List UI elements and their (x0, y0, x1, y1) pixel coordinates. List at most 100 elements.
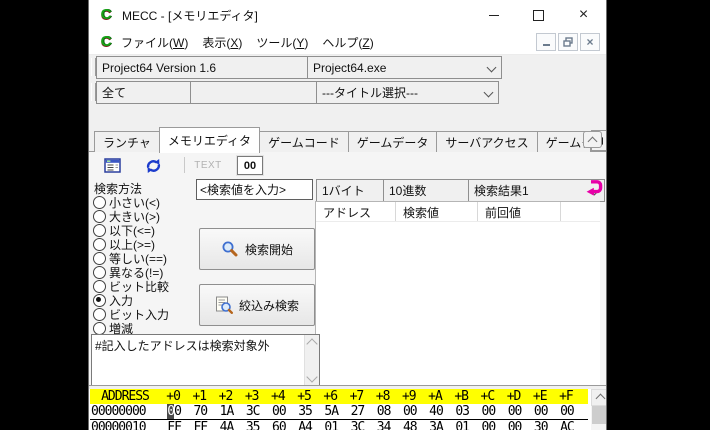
base-select-value: 10進数 (389, 182, 426, 199)
mdi-restore-icon (563, 37, 573, 47)
hex-byte-cell[interactable]: 5A (318, 404, 344, 419)
return-arrow-button[interactable] (583, 178, 603, 198)
hex-byte-cell[interactable]: 3A (423, 420, 449, 430)
hex-byte-cell[interactable]: 08 (371, 404, 397, 419)
column-header-前回値[interactable]: 前回値 (478, 202, 561, 221)
menu-tools[interactable]: ツール(Y) (249, 31, 315, 54)
radio-button-icon[interactable] (93, 210, 106, 223)
hex-byte-cell[interactable]: 00 (475, 404, 501, 419)
search-value-input[interactable] (196, 179, 313, 200)
results-list: アドレス検索値前回値 (315, 201, 600, 387)
hex-byte-cell[interactable]: 00 (266, 404, 292, 419)
title-bar[interactable]: C MECC - [メモリエディタ] × (89, 0, 606, 30)
hex-header-cell: +6 (317, 389, 343, 404)
hex-byte-cell[interactable]: 3C (240, 404, 266, 419)
radio-button-icon[interactable] (93, 224, 106, 237)
document-magnifier-icon (215, 296, 233, 314)
hex-byte-cell[interactable]: 60 (266, 420, 292, 430)
radio-button-icon[interactable] (93, 238, 106, 251)
toolbar-separator (184, 157, 185, 173)
hex-byte-cell[interactable]: 00 (161, 404, 187, 419)
column-header-アドレス[interactable]: アドレス (316, 202, 396, 221)
scrollbar-up-button[interactable] (591, 389, 607, 406)
hex-header-cell: +E (527, 389, 553, 404)
tab-ゲームデータ[interactable]: ゲームデータ (348, 131, 438, 152)
hex-byte-cell[interactable]: 27 (344, 404, 370, 419)
search-method-option-増減[interactable]: 増減 (93, 321, 211, 335)
radio-button-icon[interactable] (93, 280, 106, 293)
chevron-up-icon (588, 136, 598, 146)
mdi-child-icon[interactable]: C (98, 34, 114, 50)
hex-byte-cell[interactable]: 40 (423, 404, 449, 419)
hex-byte-cell[interactable]: 00 (528, 404, 554, 419)
hex-byte-cell[interactable]: 00 (475, 420, 501, 430)
byte-display-toggle[interactable]: 00 (237, 156, 263, 175)
text-mode-button[interactable]: TEXT (193, 155, 223, 176)
tab-サーバアクセス[interactable]: サーバアクセス (436, 131, 537, 152)
hex-byte-cell[interactable]: 1A (213, 404, 239, 419)
hex-byte-cell[interactable]: A4 (292, 420, 318, 430)
refresh-icon (145, 158, 162, 174)
code-select[interactable] (190, 81, 334, 104)
hex-byte-cell[interactable]: AC (554, 420, 580, 430)
caption-buttons: × (471, 0, 606, 30)
filter-toolbar: 全て ---タイトル選択--- (89, 80, 606, 105)
hex-byte-cell[interactable]: FF (187, 420, 213, 430)
emulator-select[interactable]: Project64 Version 1.6 (96, 56, 325, 79)
hex-byte-cell[interactable]: 00 (501, 420, 527, 430)
hex-byte-cell[interactable]: 3C (344, 420, 370, 430)
radio-button-icon[interactable] (93, 252, 106, 265)
emulator-select-value: Project64 Version 1.6 (102, 61, 216, 75)
hex-byte-cell[interactable]: 00 (554, 404, 580, 419)
hex-byte-cell[interactable]: 35 (240, 420, 266, 430)
mdi-close-icon: × (586, 36, 593, 48)
memory-view-button[interactable] (101, 155, 125, 176)
mdi-close-button[interactable]: × (580, 33, 600, 51)
hex-scrollbar[interactable] (591, 389, 607, 430)
radio-button-icon[interactable] (93, 196, 106, 209)
close-button[interactable]: × (561, 0, 606, 30)
note-scrollbar[interactable] (304, 335, 319, 386)
minimize-button[interactable] (471, 0, 516, 30)
refine-search-button[interactable]: 絞込み検索 (199, 284, 315, 326)
menu-file[interactable]: ファイル(W) (114, 31, 195, 54)
maximize-button[interactable] (516, 0, 561, 30)
hex-byte-cell[interactable]: 70 (187, 404, 213, 419)
refresh-button[interactable] (141, 155, 165, 176)
hex-byte-cell[interactable]: 01 (449, 420, 475, 430)
tab-メモリエディタ[interactable]: メモリエディタ (159, 127, 260, 153)
mdi-restore-button[interactable] (558, 33, 578, 51)
hex-header-cell: +D (500, 389, 526, 404)
title-select[interactable]: ---タイトル選択--- (316, 81, 499, 104)
menu-help[interactable]: ヘルプ(Z) (315, 31, 380, 54)
hex-byte-cell[interactable]: 01 (318, 420, 344, 430)
hex-byte-cell[interactable]: 00 (501, 404, 527, 419)
radio-button-icon[interactable] (93, 308, 106, 321)
column-header-検索値[interactable]: 検索値 (396, 202, 478, 221)
hex-byte-cell[interactable]: 00 (397, 404, 423, 419)
hex-byte-cell[interactable]: 35 (292, 404, 318, 419)
hex-byte-cell[interactable]: 34 (371, 420, 397, 430)
hex-byte-cell[interactable]: 03 (449, 404, 475, 419)
process-select[interactable]: Project64.exe (307, 56, 502, 79)
tab-ランチャ[interactable]: ランチャ (94, 131, 160, 152)
mdi-minimize-icon (543, 44, 550, 46)
radio-button-icon[interactable] (93, 322, 106, 335)
chevron-down-icon (484, 88, 494, 98)
mdi-minimize-button[interactable] (536, 33, 556, 51)
hex-byte-cell[interactable]: 30 (528, 420, 554, 430)
tab-ゲームコード[interactable]: ゲームコード (259, 131, 349, 152)
emulator-toolbar: Project64 Version 1.6 Project64.exe (89, 55, 606, 79)
results-header: アドレス検索値前回値 (316, 202, 600, 222)
radio-button-icon[interactable] (93, 266, 106, 279)
hex-byte-cell[interactable]: 4A (213, 420, 239, 430)
radio-button-icon[interactable] (93, 294, 106, 307)
scrollbar-thumb[interactable] (592, 406, 606, 424)
collapse-panel-button[interactable] (583, 131, 602, 148)
hex-byte-cell[interactable]: FF (161, 420, 187, 430)
menu-view[interactable]: 表示(X) (195, 31, 249, 54)
search-start-button[interactable]: 検索開始 (199, 228, 315, 270)
excluded-address-box[interactable]: #記入したアドレスは検索対象外 (91, 334, 320, 387)
hex-byte-cell[interactable]: 48 (397, 420, 423, 430)
hex-cursor: 0 (167, 404, 174, 419)
